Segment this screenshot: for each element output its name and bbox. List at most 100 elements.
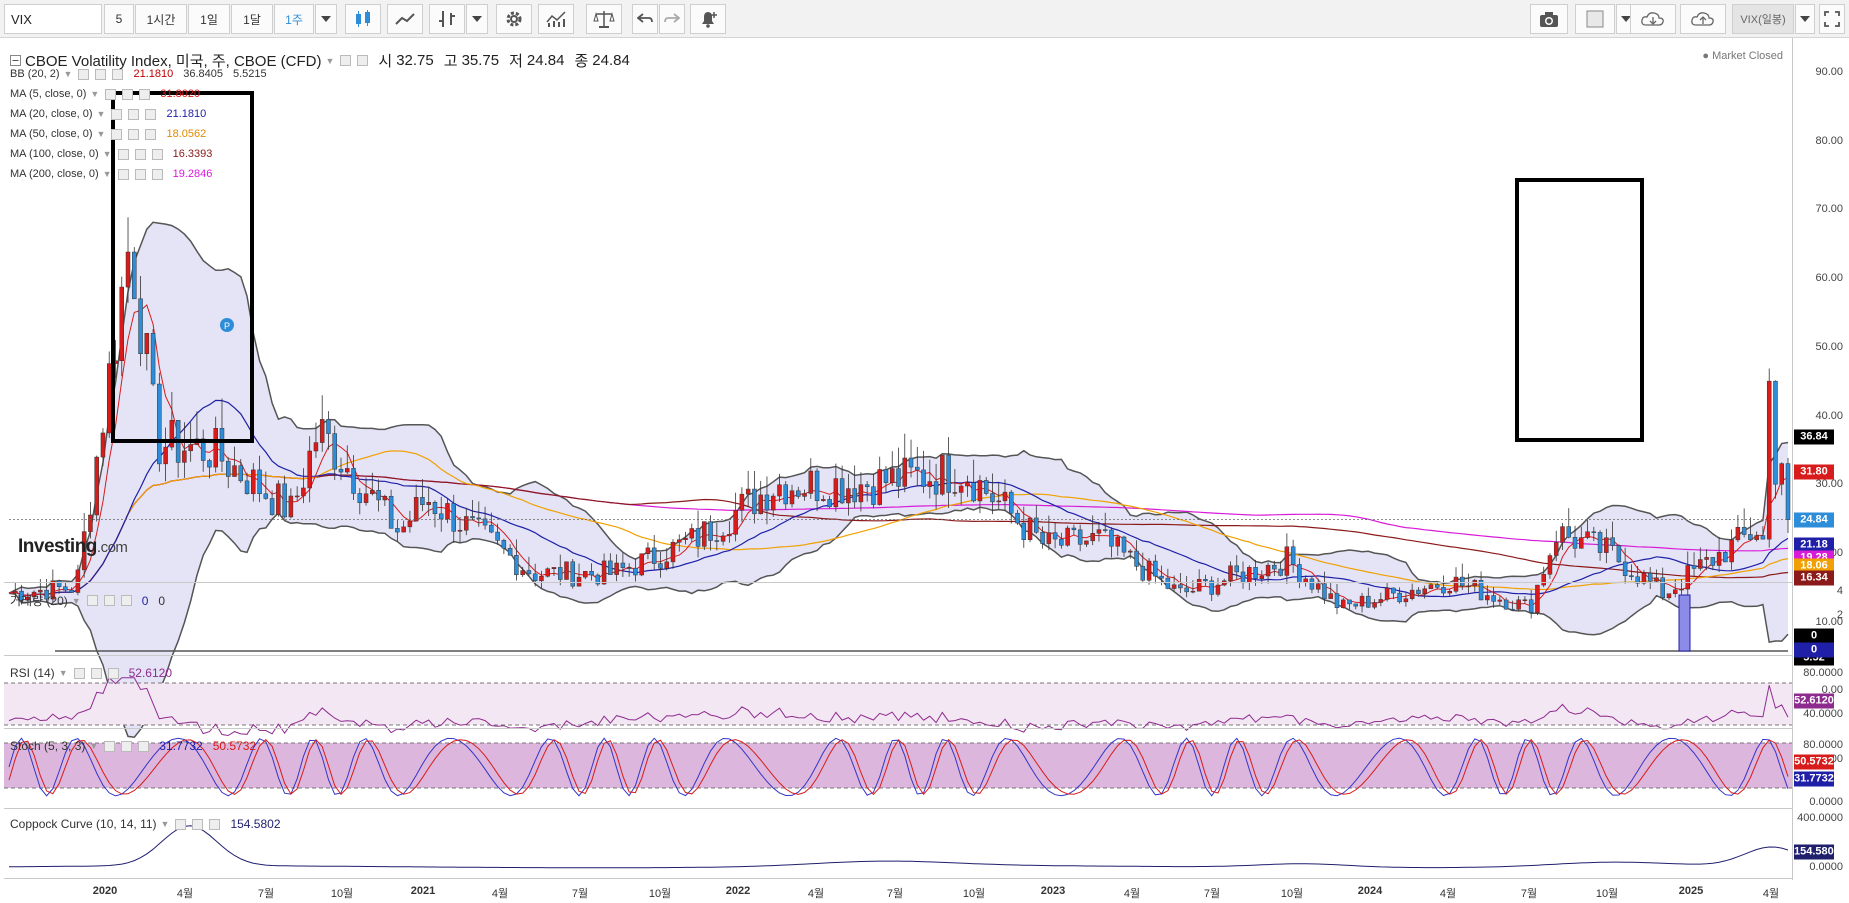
- close-icon[interactable]: [151, 148, 163, 160]
- ohlc-high-label: 고: [443, 53, 458, 70]
- time-tick-label: 2025: [1678, 885, 1704, 897]
- volume-badge: 0: [1794, 628, 1834, 644]
- eye-icon[interactable]: [103, 595, 115, 606]
- settings-icon[interactable]: [117, 168, 129, 180]
- eye-icon[interactable]: [121, 740, 133, 752]
- chevron-down-icon[interactable]: ▼: [90, 89, 99, 99]
- chevron-down-icon[interactable]: ▼: [64, 69, 73, 79]
- collapse-icon[interactable]: [10, 55, 21, 66]
- chevron-down-icon[interactable]: ▼: [161, 819, 170, 829]
- time-tick-label: 10월: [330, 888, 354, 900]
- stoch-legend: Stoch (5, 3, 3) ▼ 31.7732 50.5732: [10, 739, 256, 753]
- close-icon[interactable]: [120, 595, 132, 606]
- close-icon[interactable]: [107, 667, 119, 679]
- rsi-tick-label: 40.0000: [1803, 708, 1843, 720]
- indicator-value: 16.3393: [172, 148, 213, 160]
- time-tick-label: 4월: [807, 888, 825, 900]
- settings-icon[interactable]: [105, 88, 117, 100]
- coppock-badge: 154.5802: [1794, 844, 1840, 860]
- eye-icon[interactable]: [134, 168, 146, 180]
- close-icon[interactable]: [145, 128, 157, 140]
- eye-icon[interactable]: [95, 68, 107, 80]
- time-tick-label: 7월: [886, 888, 904, 900]
- eye-icon[interactable]: [128, 128, 140, 140]
- settings-icon[interactable]: [111, 108, 123, 120]
- time-tick-label: 4월: [176, 888, 194, 900]
- rsi-panel[interactable]: [4, 656, 1792, 729]
- price-tick-label: 80.00: [1815, 134, 1843, 147]
- settings-icon[interactable]: [111, 128, 123, 140]
- logo-suffix: .com: [96, 539, 128, 556]
- indicator-label: MA (100, close, 0): [10, 148, 99, 160]
- price-panel[interactable]: [4, 38, 1792, 583]
- price-badge: 36.84: [1794, 429, 1834, 445]
- eye-icon[interactable]: [128, 108, 140, 120]
- rsi-value: 52.6120: [128, 666, 172, 680]
- coppock-legend: Coppock Curve (10, 14, 11) ▼ 154.5802: [10, 817, 281, 831]
- time-tick-label: 10월: [962, 888, 986, 900]
- chevron-down-icon[interactable]: ▼: [72, 596, 81, 606]
- price-tick-label: 50.00: [1815, 340, 1843, 353]
- eye-icon[interactable]: [357, 55, 369, 66]
- volume-tick-label: 2: [1836, 609, 1843, 621]
- time-tick-label: 2023: [1040, 885, 1066, 897]
- close-icon[interactable]: [139, 88, 151, 100]
- indicator-label: BB (20, 2): [10, 68, 60, 80]
- close-icon[interactable]: [145, 108, 157, 120]
- price-badge: 16.34: [1794, 570, 1834, 586]
- stoch-d-value: 50.5732: [212, 739, 257, 753]
- eye-icon[interactable]: [192, 818, 204, 830]
- price-tick-label: 60.00: [1815, 272, 1843, 285]
- time-tick-label: 10월: [1280, 888, 1304, 900]
- rsi-legend: RSI (14) ▼ 52.6120: [10, 666, 172, 680]
- stoch-badge: 50.5732: [1794, 754, 1834, 770]
- settings-icon[interactable]: [104, 740, 116, 752]
- rsi-tick-label: 80.0000: [1803, 667, 1843, 679]
- time-tick-label: 4월: [1439, 888, 1457, 900]
- coppock-tick-label: 400.0000: [1797, 812, 1843, 824]
- settings-icon[interactable]: [175, 818, 187, 830]
- price-tick-label: 30.00: [1815, 478, 1843, 491]
- indicator-label: MA (20, close, 0): [10, 108, 93, 120]
- eye-icon[interactable]: [122, 88, 134, 100]
- chevron-down-icon[interactable]: ▼: [97, 129, 106, 139]
- volume-legend: 거래량 (20) ▼ 0 0: [10, 592, 165, 609]
- time-tick-label: 7월: [1203, 888, 1221, 900]
- chevron-down-icon[interactable]: ▼: [103, 149, 112, 159]
- chevron-down-icon[interactable]: ▼: [103, 169, 112, 179]
- indicator-value: 31.8020: [160, 88, 201, 100]
- chevron-down-icon[interactable]: ▼: [59, 668, 68, 678]
- eye-icon[interactable]: [90, 667, 102, 679]
- time-tick-label: 4월: [491, 888, 509, 900]
- chevron-down-icon[interactable]: ▼: [97, 109, 106, 119]
- settings-icon[interactable]: [117, 148, 129, 160]
- indicator-value: 19.2846: [172, 168, 213, 180]
- settings-icon[interactable]: [86, 595, 98, 606]
- ohlc-low: 24.84: [526, 52, 565, 69]
- close-icon[interactable]: [112, 68, 124, 80]
- close-icon[interactable]: [151, 168, 163, 180]
- volume-value-2: 0: [158, 593, 166, 608]
- stoch-panel[interactable]: [4, 729, 1792, 809]
- ohlc-close-label: 종: [574, 53, 589, 70]
- close-icon[interactable]: [209, 818, 221, 830]
- volume-panel[interactable]: [4, 583, 1792, 656]
- chevron-down-icon[interactable]: ▼: [325, 56, 334, 66]
- time-tick-label: 4월: [1123, 888, 1141, 900]
- indicator-legend-3: MA (50, close, 0) ▼ 18.0562: [10, 128, 206, 140]
- close-icon[interactable]: [138, 740, 150, 752]
- indicator-value: 36.8405: [183, 68, 223, 80]
- investing-logo: Investing.com: [18, 536, 128, 558]
- coppock-label: Coppock Curve (10, 14, 11): [10, 817, 157, 831]
- eye-icon[interactable]: [134, 148, 146, 160]
- settings-icon[interactable]: [73, 667, 85, 679]
- ohlc-low-label: 저: [509, 53, 523, 70]
- stoch-k-value: 31.7732: [159, 739, 203, 753]
- price-badge: 31.80: [1794, 464, 1834, 480]
- indicator-label: MA (5, close, 0): [10, 88, 87, 100]
- chevron-down-icon[interactable]: ▼: [89, 741, 98, 751]
- settings-icon[interactable]: [78, 68, 90, 80]
- settings-icon[interactable]: [340, 55, 352, 66]
- stoch-tick-label: 80.0000: [1803, 739, 1843, 751]
- time-tick-label: 2024: [1357, 885, 1383, 897]
